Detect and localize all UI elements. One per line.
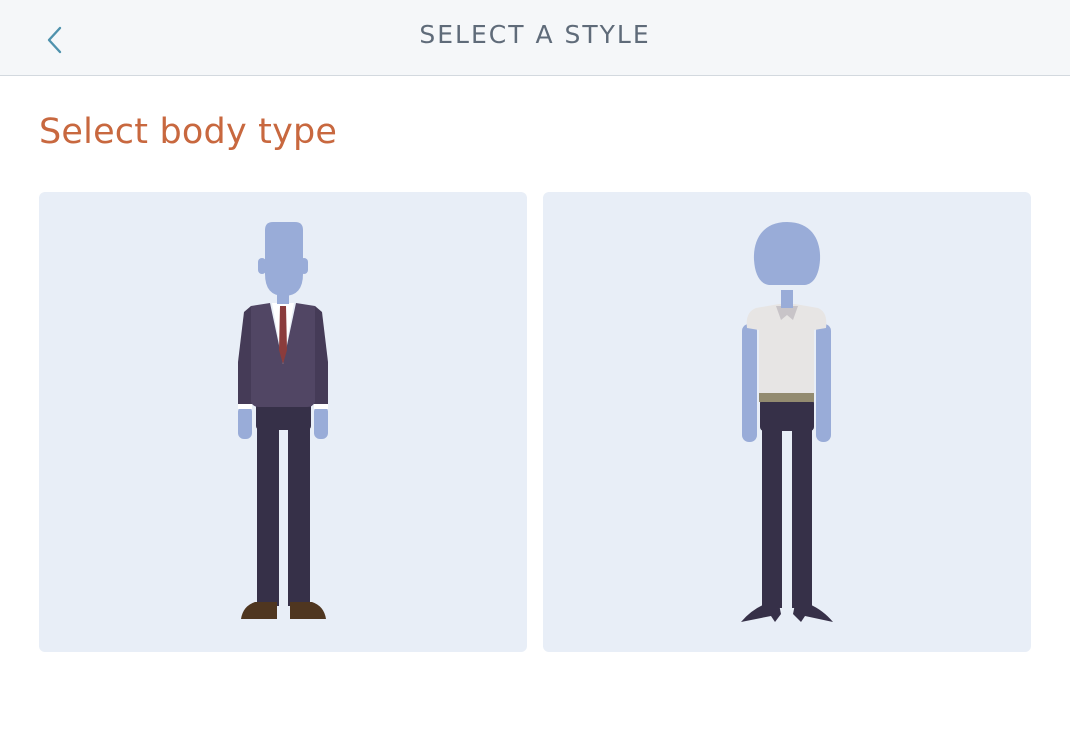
body-type-suit-icon [238,222,328,619]
section-title: Select body type [39,112,338,152]
body-type-option-suit[interactable] [39,192,527,652]
page-title: SELECT A STYLE [419,20,651,49]
body-type-casual-icon [741,222,833,622]
body-type-option-casual[interactable] [543,192,1031,652]
top-bar: SELECT A STYLE [0,0,1070,76]
